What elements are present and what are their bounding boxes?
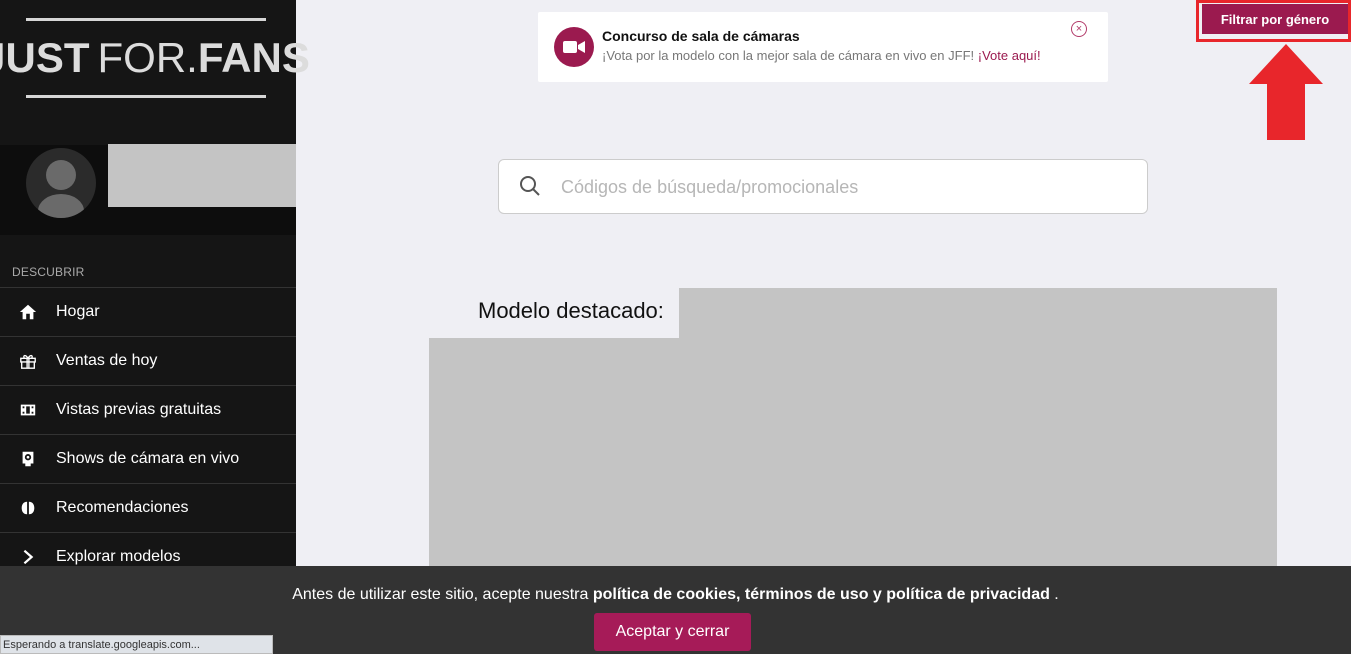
sidebar-item-free-previews[interactable]: Vistas previas gratuitas (0, 385, 296, 434)
sidebar-item-home[interactable]: Hogar (0, 287, 296, 336)
camroom-contest-notice: Concurso de sala de cámaras ¡Vota por la… (538, 12, 1108, 82)
gift-icon (0, 352, 56, 370)
vote-link[interactable]: ¡Vote aquí! (978, 48, 1041, 63)
webcam-icon (0, 450, 56, 468)
filter-by-gender-button[interactable]: Filtrar por género (1202, 4, 1348, 34)
sidebar-item-label: Shows de cámara en vivo (56, 450, 240, 467)
avatar-body-shape (38, 194, 84, 218)
notice-text: ¡Vota por la modelo con la mejor sala de… (602, 48, 1041, 63)
accept-and-close-button[interactable]: Aceptar y cerrar (594, 613, 751, 651)
profile-name-redacted (108, 144, 296, 207)
section-label-discover: DESCUBRIR (12, 265, 85, 279)
home-icon (0, 303, 56, 321)
logo-text-just: JUST (0, 34, 90, 81)
featured-model-image-redacted[interactable] (429, 338, 1277, 578)
cookie-message-suffix: . (1049, 586, 1059, 603)
sidebar-item-label: Ventas de hoy (56, 352, 158, 369)
search-box[interactable] (498, 159, 1148, 214)
featured-model-label: Modelo destacado: (478, 298, 664, 323)
logo-text-fans: FANS (197, 34, 310, 81)
sidebar-item-label: Recomendaciones (56, 499, 189, 516)
notice-body: ¡Vota por la modelo con la mejor sala de… (602, 48, 978, 63)
sidebar-item-label: Hogar (56, 303, 100, 320)
sidebar: JUST FOR. FANS DESCUBRIR Hogar Ventas de… (0, 0, 310, 654)
sidebar-item-live-cam[interactable]: Shows de cámara en vivo (0, 434, 296, 483)
annotation-arrow-icon (1249, 44, 1323, 140)
video-camera-icon (554, 27, 594, 67)
cookie-message: Antes de utilizar este sitio, acepte nue… (0, 586, 1351, 604)
brain-icon (0, 499, 56, 517)
avatar-head-shape (46, 160, 76, 190)
browser-status-bar: Esperando a translate.googleapis.com... (0, 635, 273, 654)
sidebar-item-sales[interactable]: Ventas de hoy (0, 336, 296, 385)
sidebar-item-label: Explorar modelos (56, 548, 181, 565)
search-icon (520, 176, 540, 196)
cookie-policy-links[interactable]: política de cookies, términos de uso y p… (593, 586, 1050, 603)
sidebar-item-label: Vistas previas gratuitas (56, 401, 222, 418)
close-icon[interactable]: × (1071, 21, 1087, 37)
sidebar-nav: Hogar Ventas de hoy Vistas previas gratu… (0, 287, 296, 581)
site-logo[interactable]: JUST FOR. FANS (0, 18, 310, 98)
film-icon (0, 401, 56, 419)
featured-model-name-redacted[interactable] (679, 288, 1277, 338)
cookie-message-prefix: Antes de utilizar este sitio, acepte nue… (292, 586, 593, 603)
logo-text-for: FOR. (97, 34, 198, 81)
notice-title: Concurso de sala de cámaras (602, 28, 800, 44)
avatar[interactable] (26, 148, 96, 218)
search-input[interactable] (561, 172, 1121, 202)
sidebar-item-recommendations[interactable]: Recomendaciones (0, 483, 296, 532)
chevron-right-icon (0, 548, 56, 566)
